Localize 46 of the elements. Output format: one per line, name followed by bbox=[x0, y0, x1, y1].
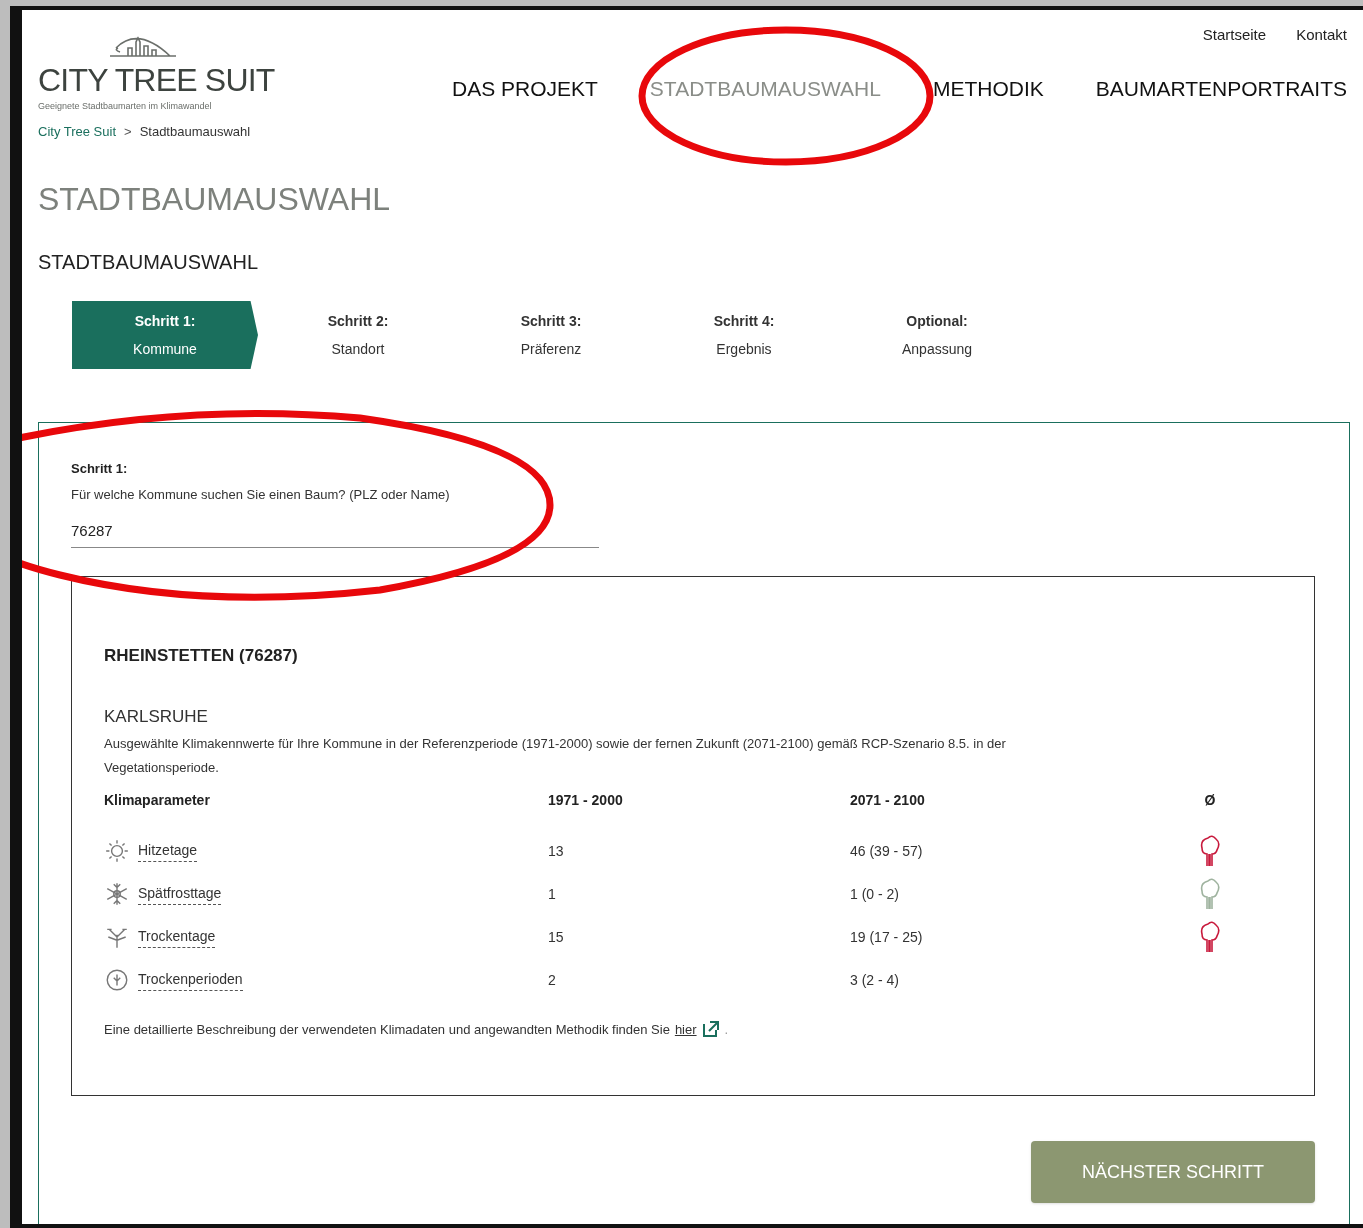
district-name: KARLSRUHE bbox=[104, 706, 209, 728]
description-text: Ausgewählte Klimakennwerte für Ihre Kommune in der Referenzperiode (1971-2000) sowie der fernen Zukunft (2071-2100) gemäß RCP-Szenario 8.5. in der Vegetationsperiode. bbox=[104, 734, 1007, 777]
sun-parameter-icon bbox=[104, 838, 130, 864]
column-header: Klimaparameter bbox=[104, 790, 211, 810]
period-parameter-icon bbox=[104, 967, 130, 993]
logo-subtitle: Geeignete Stadtbaumarten im Klimawandel bbox=[38, 100, 212, 113]
result-title: RHEINSTETTEN (76287) bbox=[104, 644, 299, 667]
table-cell-text: 19 (17 - 25) bbox=[850, 927, 924, 947]
column-header: Ø bbox=[1203, 790, 1217, 810]
question-text: Für welche Kommune suchen Sie einen Baum? (PLZ oder Name) bbox=[71, 485, 451, 504]
parameter-name: Trockenperioden bbox=[138, 969, 243, 991]
column-header: 2071 - 2100 bbox=[850, 790, 926, 810]
step-label: Schritt 1: bbox=[71, 460, 129, 478]
top-link[interactable]: Startseite bbox=[1202, 24, 1267, 47]
parameter-name: Trockentage bbox=[138, 926, 216, 948]
table-cell-text: 46 (39 - 57) bbox=[850, 841, 924, 861]
logo-title: CITY TREE SUIT bbox=[38, 62, 275, 98]
step-tab[interactable]: Schritt 4: Ergebnis bbox=[651, 301, 837, 369]
trailing-dot: . bbox=[724, 1020, 729, 1039]
table-cell-text: 2 bbox=[548, 970, 557, 990]
breadcrumb-current: Stadtbaumauswahl bbox=[139, 122, 251, 141]
top-link[interactable]: Kontakt bbox=[1296, 24, 1347, 47]
hier-link[interactable]: hier bbox=[674, 1019, 697, 1039]
column-header: 1971 - 2000 bbox=[548, 790, 624, 810]
nav-item[interactable]: DAS PROJEKT bbox=[452, 72, 598, 104]
step-tab[interactable]: Optional: Anpassung bbox=[844, 301, 1030, 369]
parameter-name: Hitzetage bbox=[138, 840, 198, 862]
external-link-icon[interactable] bbox=[701, 1020, 720, 1039]
parameter-name: Spätfrosttage bbox=[138, 883, 222, 905]
breadcrumb-separator: > bbox=[124, 122, 132, 141]
postcode-input[interactable]: 76287 bbox=[71, 520, 599, 548]
step-tab[interactable]: Schritt 3: Präferenz bbox=[458, 301, 644, 369]
section-title: STADTBAUMAUSWAHL bbox=[37, 250, 260, 275]
breadcrumb-link[interactable]: City Tree Suit bbox=[38, 121, 117, 141]
page-title: STADTBAUMAUSWAHL bbox=[37, 180, 392, 219]
frost-parameter-icon bbox=[104, 881, 130, 907]
table-cell-text: 15 bbox=[548, 927, 565, 947]
nav-item[interactable]: METHODIK bbox=[932, 72, 1044, 104]
table-cell-text: 1 (0 - 2) bbox=[850, 884, 900, 904]
table-cell-text: 1 bbox=[548, 884, 557, 904]
step-tab[interactable]: Schritt 2: Standort bbox=[265, 301, 451, 369]
table-cell-text: 13 bbox=[548, 841, 565, 861]
footnote-text: Eine detaillierte Beschreibung der verwendeten Klimadaten und angewandten Methodik finden Sie bbox=[104, 1020, 670, 1039]
step-tab[interactable]: Schritt 1: Kommune bbox=[72, 301, 258, 369]
nav-item[interactable]: BAUMARTENPORTRAITS bbox=[1095, 72, 1347, 104]
table-cell-text: 3 (2 - 4) bbox=[850, 970, 900, 990]
